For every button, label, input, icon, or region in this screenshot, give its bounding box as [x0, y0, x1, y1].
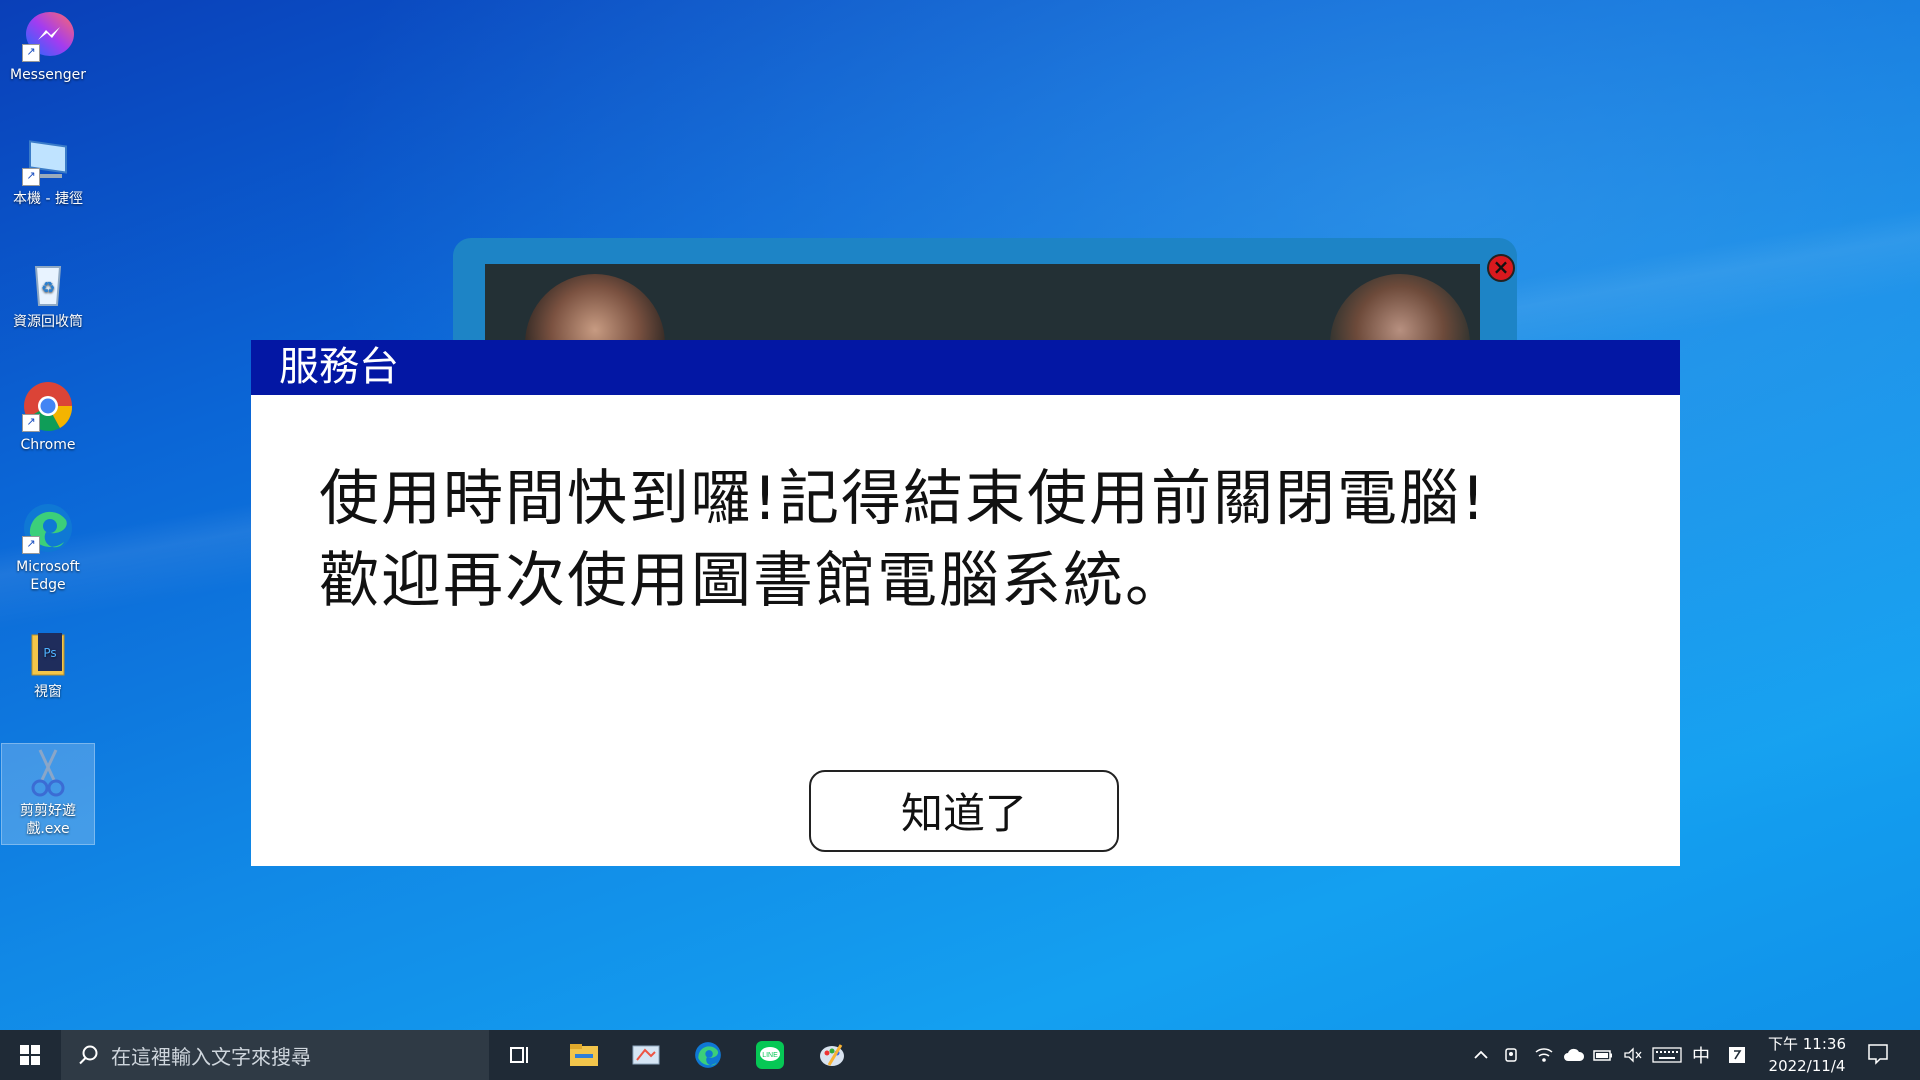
windows-logo-icon: [20, 1045, 40, 1065]
desktop-icon-label: 剪剪好遊戲.exe: [20, 803, 76, 837]
paint-app-icon[interactable]: [814, 1037, 850, 1073]
camera-icon[interactable]: [1503, 1030, 1521, 1080]
keyboard-icon[interactable]: [1652, 1030, 1682, 1080]
desktop-icon-this-pc[interactable]: ↗ 本機 - 捷徑: [2, 132, 94, 208]
desktop-icon-scissors-game[interactable]: 剪剪好遊戲.exe: [1, 743, 95, 845]
notification-center-icon[interactable]: [1866, 1042, 1892, 1068]
show-hidden-icons[interactable]: [1472, 1030, 1490, 1080]
desktop-icon-label: Microsoft Edge: [16, 559, 80, 593]
desktop-icon-label: Messenger: [9, 67, 87, 83]
dialog-message-line-1: 使用時間快到囉!記得結束使用前關閉電腦!: [319, 464, 1488, 534]
computer-icon: ↗: [20, 132, 76, 188]
line-app-icon[interactable]: LINE: [752, 1037, 788, 1073]
dialog-title: 服務台: [251, 340, 1680, 395]
recycle-bin-icon: ♻: [20, 255, 76, 311]
chevron-up-icon: [1474, 1050, 1488, 1059]
wifi-icon[interactable]: [1534, 1030, 1554, 1080]
desktop-icon-label: 視窗: [34, 684, 62, 700]
edge-taskbar-icon[interactable]: [690, 1037, 726, 1073]
desktop-icon-folder[interactable]: Ps 視窗: [2, 625, 94, 701]
desktop-icon-label: 本機 - 捷徑: [13, 191, 83, 207]
file-explorer-icon[interactable]: [566, 1037, 602, 1073]
chrome-icon: ↗: [20, 378, 76, 434]
taskbar: 在這裡輸入文字來搜尋 LINE 中 下午 11:36 2022/11/4: [0, 1030, 1920, 1080]
svg-text:Ps: Ps: [43, 646, 56, 660]
desktop-icon-recycle-bin[interactable]: ♻ 資源回收筒: [2, 255, 94, 331]
desktop-icon-chrome[interactable]: ↗ Chrome: [2, 378, 94, 454]
svg-text:LINE: LINE: [762, 1052, 778, 1059]
start-button[interactable]: [0, 1030, 60, 1080]
svg-text:♻: ♻: [41, 278, 55, 297]
desktop-icon-label: Chrome: [20, 437, 76, 453]
search-placeholder: 在這裡輸入文字來搜尋: [111, 1044, 311, 1069]
task-view-icon[interactable]: [502, 1037, 538, 1073]
ime-mode-icon[interactable]: [1727, 1030, 1747, 1080]
battery-icon[interactable]: [1592, 1030, 1614, 1080]
clock-time: 下午 11:36: [1768, 1035, 1846, 1053]
folder-icon: Ps: [20, 625, 76, 681]
ok-button[interactable]: 知道了: [809, 770, 1119, 852]
volume-muted-icon[interactable]: [1622, 1030, 1644, 1080]
dialog-message: 使用時間快到囉!記得結束使用前關閉電腦! 歡迎再次使用圖書館電腦系統。: [319, 458, 1487, 622]
search-icon: [79, 1045, 98, 1065]
ime-indicator[interactable]: 中: [1692, 1030, 1710, 1080]
snipping-tool-icon[interactable]: [628, 1037, 664, 1073]
dialog-message-line-2: 歡迎再次使用圖書館電腦系統。: [319, 546, 1187, 616]
clock-date: 2022/11/4: [1768, 1057, 1846, 1075]
scissors-icon: [20, 744, 76, 800]
taskbar-clock[interactable]: 下午 11:36 2022/11/4: [1762, 1033, 1852, 1077]
onedrive-icon[interactable]: [1563, 1030, 1585, 1080]
edge-icon: ↗: [20, 500, 76, 556]
close-icon[interactable]: ×: [1487, 254, 1515, 282]
messenger-icon: ↗: [20, 8, 76, 64]
help-desk-dialog: 服務台 使用時間快到囉!記得結束使用前關閉電腦! 歡迎再次使用圖書館電腦系統。 …: [251, 340, 1680, 866]
desktop-icon-label: 資源回收筒: [13, 314, 83, 330]
desktop-icon-edge[interactable]: ↗ Microsoft Edge: [2, 500, 94, 594]
desktop-icon-messenger[interactable]: ↗ Messenger: [2, 8, 94, 84]
taskbar-search-box[interactable]: 在這裡輸入文字來搜尋: [61, 1030, 489, 1080]
